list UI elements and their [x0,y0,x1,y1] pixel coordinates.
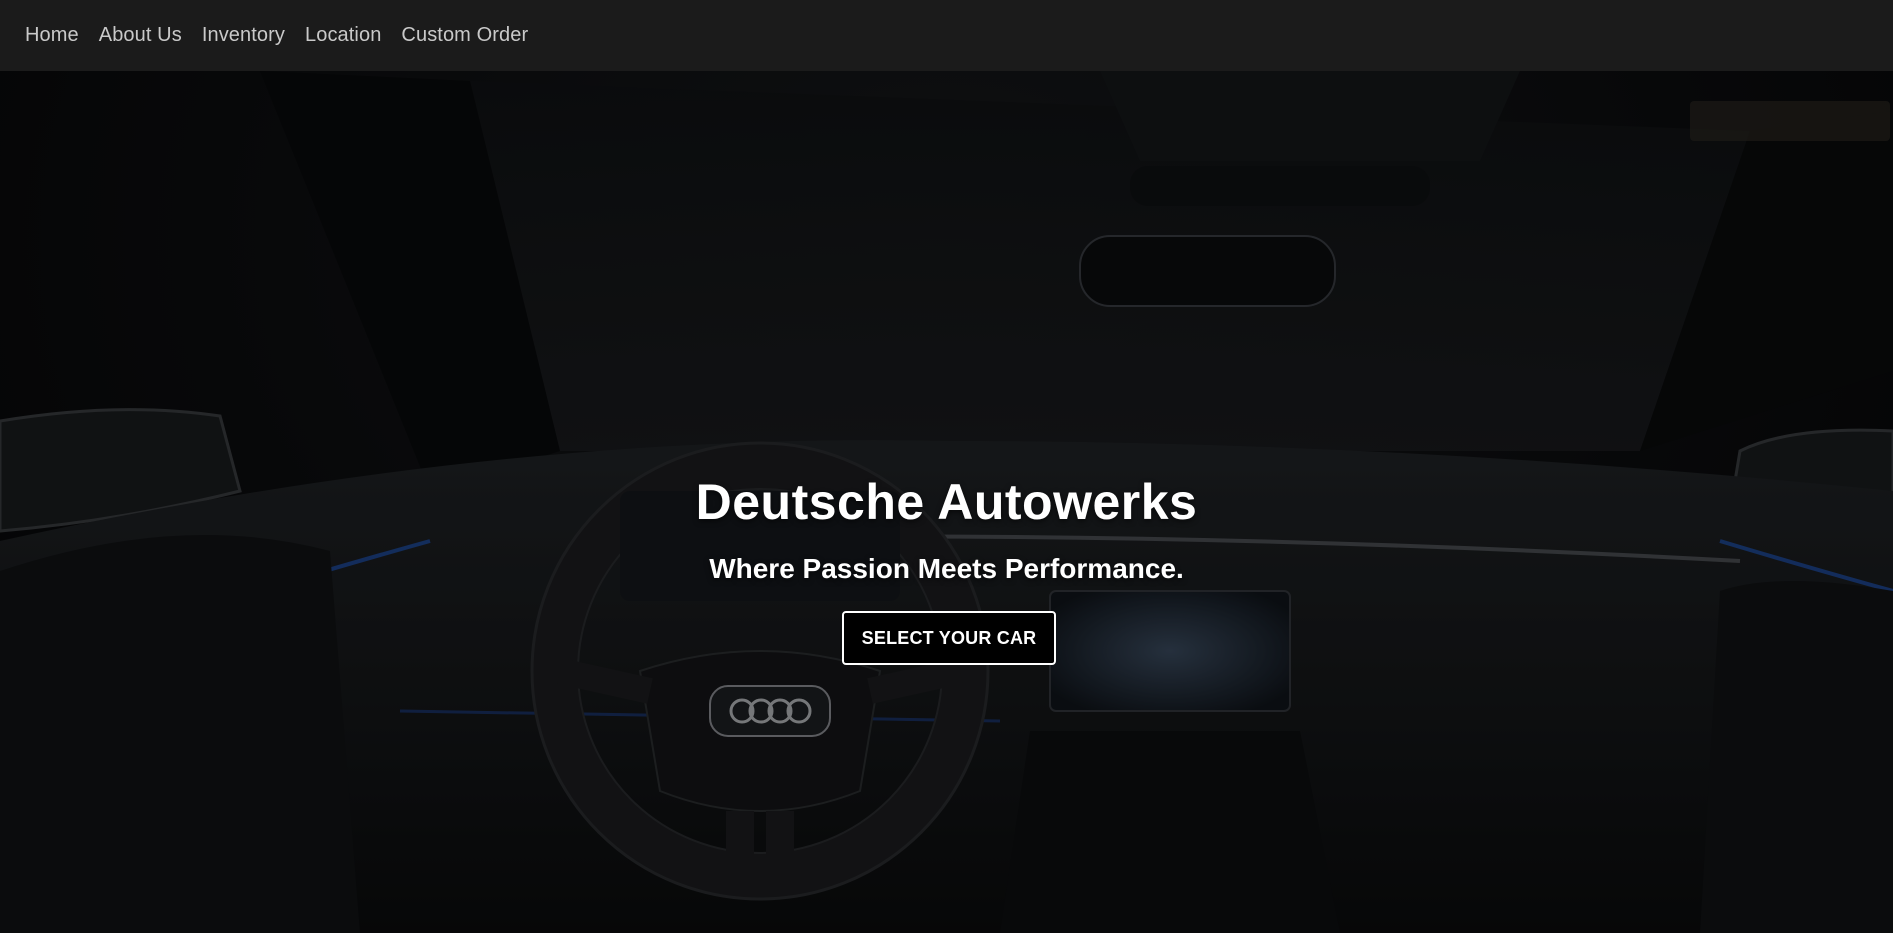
hero-tagline: Where Passion Meets Performance. [709,553,1184,584]
nav-link-home[interactable]: Home [25,24,79,47]
nav-link-about-us[interactable]: About Us [99,24,182,47]
nav-link-inventory[interactable]: Inventory [202,24,285,47]
hero-content: Deutsche Autowerks Where Passion Meets P… [0,71,1893,933]
hero-title: Deutsche Autowerks [695,474,1198,530]
hero-section: Deutsche Autowerks Where Passion Meets P… [0,71,1893,933]
select-your-car-button[interactable]: SELECT YOUR CAR [842,611,1056,665]
nav-link-location[interactable]: Location [305,24,381,47]
top-navbar: Home About Us Inventory Location Custom … [0,0,1893,71]
nav-link-custom-order[interactable]: Custom Order [401,24,528,47]
